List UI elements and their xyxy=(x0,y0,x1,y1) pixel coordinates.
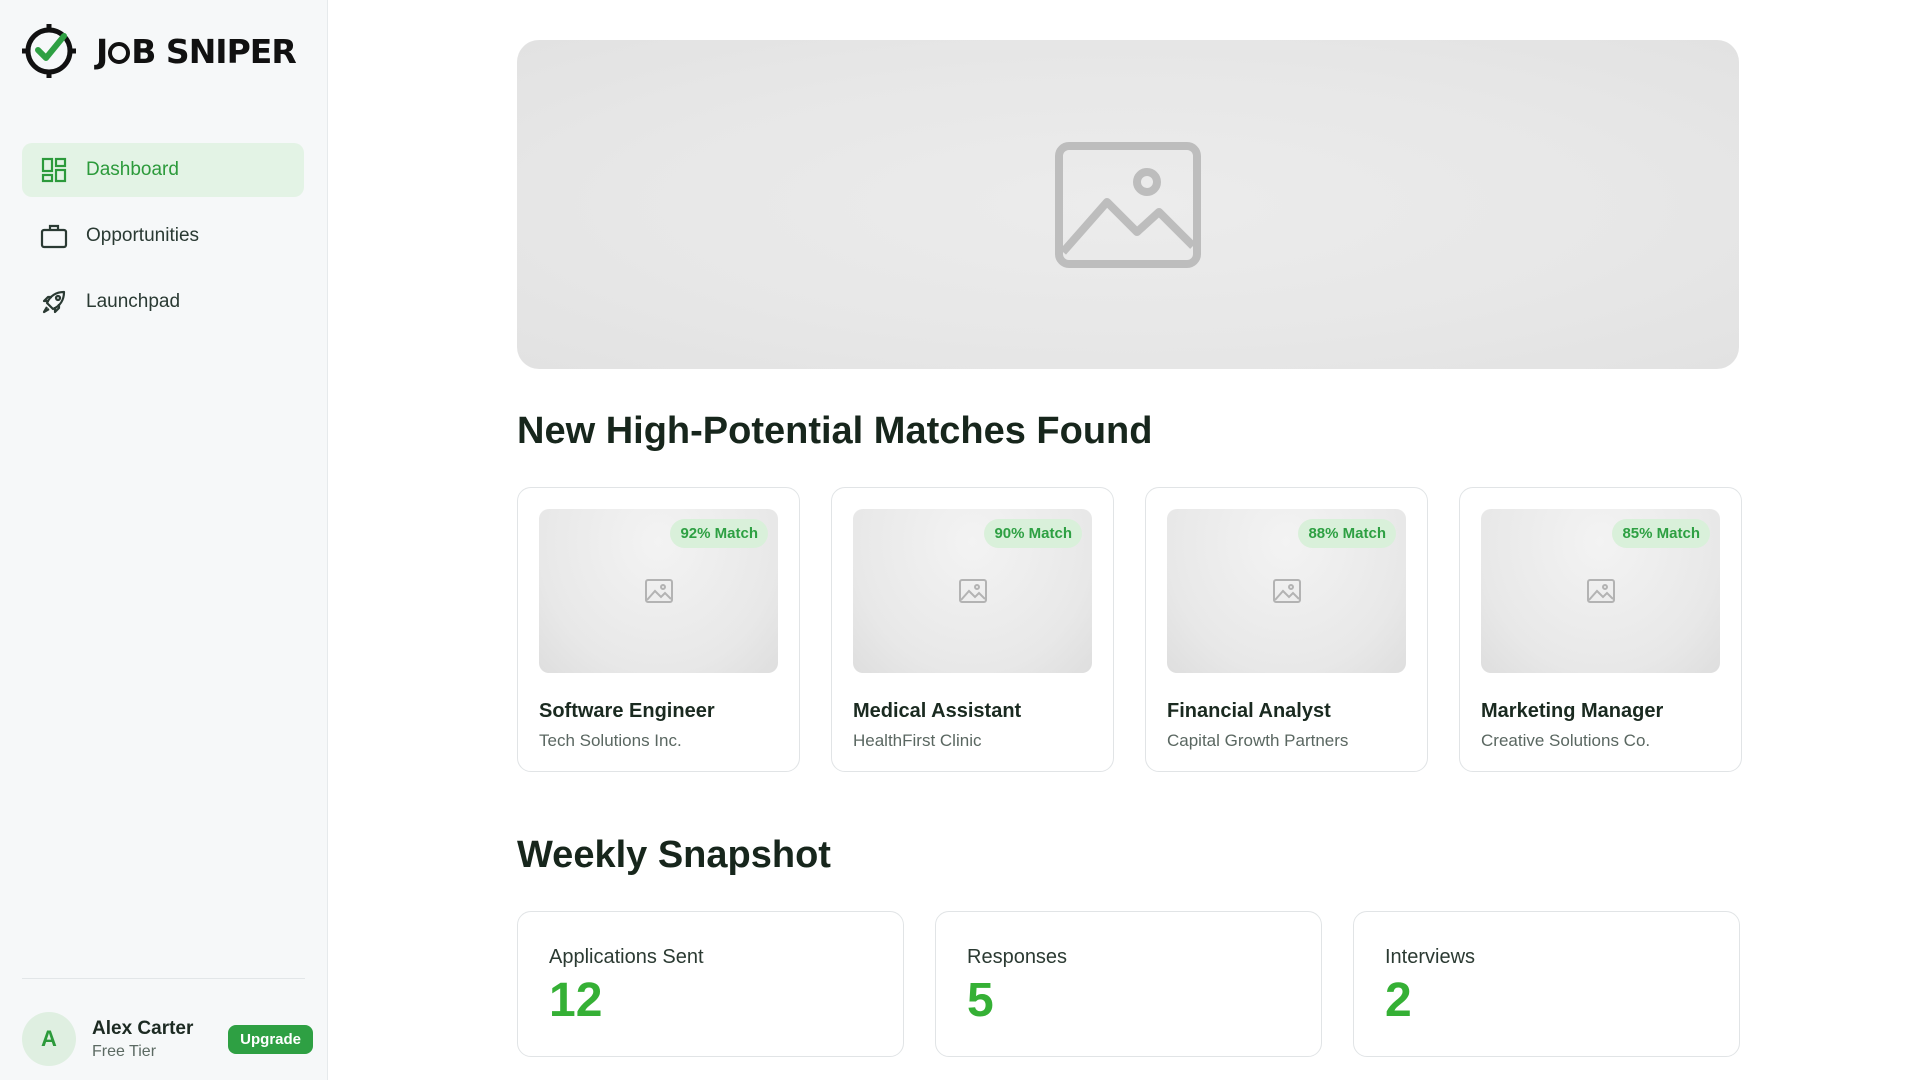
user-name: Alex Carter xyxy=(92,1017,194,1039)
stat-value: 12 xyxy=(549,974,603,1027)
stat-card-interviews: Interviews 2 xyxy=(1353,911,1740,1057)
stat-label: Applications Sent xyxy=(549,946,704,968)
user-info: Alex Carter Free Tier xyxy=(92,1018,193,1061)
image-placeholder-icon xyxy=(1055,141,1201,268)
match-thumbnail: 92% Match xyxy=(539,509,778,673)
sidebar: JB SNIPER Dashboard Opportunities Launch… xyxy=(0,0,328,1080)
main-content: New High-Potential Matches Found 92% Mat… xyxy=(517,40,1742,1057)
sidebar-item-label: Launchpad xyxy=(86,291,181,312)
match-card[interactable]: 92% Match Software Engineer Tech Solutio… xyxy=(517,487,800,772)
sidebar-item-label: Opportunities xyxy=(86,225,200,246)
matches-title: New High-Potential Matches Found xyxy=(517,410,1153,452)
rocket-icon xyxy=(40,288,68,316)
job-title: Financial Analyst xyxy=(1167,700,1331,722)
image-placeholder-icon xyxy=(1586,579,1615,603)
image-placeholder-icon xyxy=(644,579,673,603)
match-badge: 85% Match xyxy=(1612,519,1710,548)
hero-banner xyxy=(517,40,1739,369)
snapshot-title: Weekly Snapshot xyxy=(517,834,831,876)
match-card[interactable]: 90% Match Medical Assistant HealthFirst … xyxy=(831,487,1114,772)
stat-value: 2 xyxy=(1385,974,1412,1027)
upgrade-button[interactable]: Upgrade xyxy=(228,1024,313,1054)
company-name: Creative Solutions Co. xyxy=(1481,731,1651,750)
match-card[interactable]: 85% Match Marketing Manager Creative Sol… xyxy=(1459,487,1742,772)
sidebar-item-opportunities[interactable]: Opportunities xyxy=(22,209,304,263)
sidebar-divider xyxy=(22,978,305,979)
match-card[interactable]: 88% Match Financial Analyst Capital Grow… xyxy=(1145,487,1428,772)
stat-label: Interviews xyxy=(1385,946,1476,968)
sidebar-item-launchpad[interactable]: Launchpad xyxy=(22,275,304,329)
job-title: Marketing Manager xyxy=(1481,700,1664,722)
match-thumbnail: 90% Match xyxy=(853,509,1092,673)
sidebar-item-label: Dashboard xyxy=(86,159,179,180)
logo-o-crosshair xyxy=(108,41,131,64)
company-name: Capital Growth Partners xyxy=(1167,731,1349,750)
crosshair-check-logo-icon xyxy=(22,24,76,78)
stat-card-applications: Applications Sent 12 xyxy=(517,911,904,1057)
job-title: Medical Assistant xyxy=(853,700,1022,722)
job-title: Software Engineer xyxy=(539,700,715,722)
sidebar-item-dashboard[interactable]: Dashboard xyxy=(22,143,304,197)
avatar[interactable]: A xyxy=(22,1012,76,1066)
image-placeholder-icon xyxy=(958,579,987,603)
match-badge: 90% Match xyxy=(984,519,1082,548)
match-thumbnail: 88% Match xyxy=(1167,509,1406,673)
match-thumbnail: 85% Match xyxy=(1481,509,1720,673)
stat-label: Responses xyxy=(967,946,1068,968)
weekly-stats: Applications Sent 12 Responses 5 Intervi… xyxy=(517,911,1740,1057)
company-name: HealthFirst Clinic xyxy=(853,731,982,750)
image-placeholder-icon xyxy=(1272,579,1301,603)
stat-card-responses: Responses 5 xyxy=(935,911,1322,1057)
logo-text: JB SNIPER xyxy=(96,31,297,71)
sidebar-nav: Dashboard Opportunities Launchpad xyxy=(22,143,304,341)
user-tier: Free Tier xyxy=(92,1042,157,1060)
logo[interactable]: JB SNIPER xyxy=(20,22,297,80)
dashboard-icon xyxy=(40,156,68,184)
match-badge: 92% Match xyxy=(670,519,768,548)
briefcase-icon xyxy=(40,222,68,250)
stat-value: 5 xyxy=(967,974,994,1027)
match-badge: 88% Match xyxy=(1298,519,1396,548)
user-profile[interactable]: A Alex Carter Free Tier Upgrade xyxy=(22,1012,313,1066)
company-name: Tech Solutions Inc. xyxy=(539,731,682,750)
matches-list: 92% Match Software Engineer Tech Solutio… xyxy=(517,487,1742,772)
